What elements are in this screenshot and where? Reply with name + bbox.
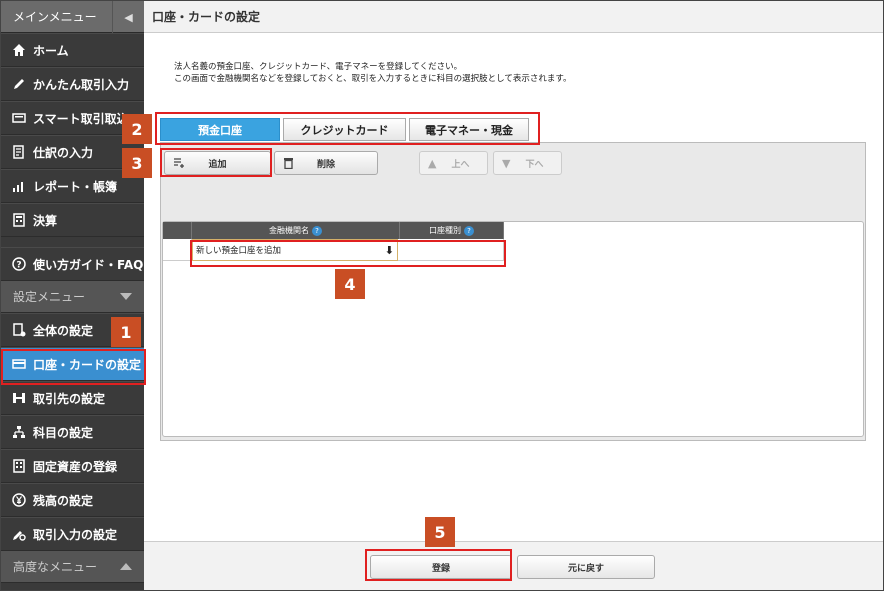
sidebar-item-partner-settings[interactable]: 取引先の設定 [1, 381, 144, 415]
sidebar-item-entry-settings[interactable]: 取引入力の設定 [1, 517, 144, 551]
main-menu-label: メインメニュー [13, 10, 97, 24]
table-header-spacer [163, 222, 192, 239]
sidebar-item-label: 残高の設定 [33, 493, 94, 508]
pencil-icon [11, 76, 27, 92]
collapse-sidebar-icon[interactable]: ◀ [112, 1, 144, 33]
help-circle-icon: ? [11, 256, 27, 272]
trash-icon [283, 157, 294, 172]
sidebar-item-fixed-assets[interactable]: 固定資産の登録 [1, 449, 144, 483]
delete-button[interactable]: 削除 [274, 151, 378, 175]
revert-button[interactable]: 元に戻す [517, 555, 655, 579]
page-description: 法人名義の預金口座、クレジットカード、電子マネーを登録してください。 この画面で… [174, 61, 572, 85]
move-up-label: 上へ [451, 159, 470, 170]
annotation-badge-3: 3 [122, 148, 152, 178]
annotation-box-2 [155, 112, 540, 145]
move-down-button[interactable]: ▼ 下へ [493, 151, 562, 175]
annotation-box-3 [160, 148, 272, 177]
sidebar-item-label: 科目の設定 [33, 425, 94, 440]
column-header-account-type: 口座種別 ? [400, 222, 504, 239]
settings-doc-icon [11, 322, 27, 338]
description-line: 法人名義の預金口座、クレジットカード、電子マネーを登録してください。 [174, 62, 463, 72]
advanced-menu-label: 高度なメニュー [13, 560, 98, 574]
main-menu-header[interactable]: メインメニュー ◀ [1, 1, 144, 33]
building-icon [11, 458, 27, 474]
page-title: 口座・カードの設定 [144, 1, 883, 33]
settings-menu-label: 設定メニュー [13, 290, 86, 304]
arrow-down-icon: ▼ [502, 157, 511, 170]
row-handle [163, 239, 192, 261]
annotation-badge-4: 4 [335, 269, 365, 299]
annotation-badge-1: 1 [111, 317, 141, 347]
sidebar-item-label: かんたん取引入力 [33, 77, 130, 92]
column-label: 口座種別 [429, 226, 461, 235]
account-panel: 追加 削除 ▲ 上へ ▼ 下へ 金融機関名 ? 口座種別 ? 新しい預金口座を追… [160, 142, 866, 441]
home-icon [11, 42, 27, 58]
description-line: この画面で金融機関名などを登録しておくと、取引を入力するときに科目の選択肢として… [174, 74, 572, 84]
move-up-button[interactable]: ▲ 上へ [419, 151, 488, 175]
move-down-label: 下へ [525, 159, 544, 170]
arrow-up-icon: ▲ [428, 157, 437, 170]
main-content: 口座・カードの設定 法人名義の預金口座、クレジットカード、電子マネーを登録してく… [144, 1, 883, 590]
import-icon [11, 110, 27, 126]
annotation-box-4 [190, 240, 506, 267]
sidebar-item-label: 全体の設定 [33, 323, 94, 338]
sidebar: メインメニュー ◀ ホーム かんたん取引入力 スマート取引取込 仕訳の入力 レポ… [1, 1, 144, 590]
sidebar-item-account-title-settings[interactable]: 科目の設定 [1, 415, 144, 449]
screenshot-frame: メインメニュー ◀ ホーム かんたん取引入力 スマート取引取込 仕訳の入力 レポ… [0, 0, 884, 591]
settings-menu-header[interactable]: 設定メニュー [1, 281, 144, 313]
sidebar-item-label: 仕訳の入力 [33, 145, 94, 160]
chevron-down-icon [120, 293, 132, 300]
annotation-badge-2: 2 [122, 114, 152, 144]
calculator-icon [11, 212, 27, 228]
sidebar-item-label: 決算 [33, 213, 58, 228]
sidebar-item-label: レポート・帳簿 [33, 179, 118, 194]
sidebar-spacer [1, 237, 144, 247]
sidebar-item-closing[interactable]: 決算 [1, 203, 144, 237]
column-label: 金融機関名 [269, 226, 309, 235]
advanced-menu-header[interactable]: 高度なメニュー [1, 551, 144, 583]
delete-button-label: 削除 [316, 159, 335, 170]
sidebar-item-label: 固定資産の登録 [33, 459, 118, 474]
chart-icon [11, 178, 27, 194]
sidebar-item-label: 取引入力の設定 [33, 527, 118, 542]
annotation-badge-5: 5 [425, 517, 455, 547]
sidebar-item-label: ホーム [33, 43, 69, 58]
annotation-box-1 [1, 349, 146, 385]
sidebar-item-easy-entry[interactable]: かんたん取引入力 [1, 67, 144, 101]
svg-text:?: ? [16, 261, 21, 271]
sidebar-item-label: 使い方ガイド・FAQ [33, 257, 144, 272]
chevron-up-icon [120, 563, 132, 570]
column-header-institution: 金融機関名 ? [192, 222, 400, 239]
yen-icon [11, 492, 27, 508]
sidebar-item-guide[interactable]: ? 使い方ガイド・FAQ [1, 247, 144, 281]
journal-icon [11, 144, 27, 160]
sidebar-item-balance-settings[interactable]: 残高の設定 [1, 483, 144, 517]
sidebar-item-label: 取引先の設定 [33, 391, 106, 406]
help-icon[interactable]: ? [312, 225, 322, 236]
table-header: 金融機関名 ? 口座種別 ? [163, 222, 504, 239]
sidebar-item-home[interactable]: ホーム [1, 33, 144, 67]
sidebar-item-label: スマート取引取込 [33, 111, 129, 126]
partner-icon [11, 390, 27, 406]
gear-pen-icon [11, 526, 27, 542]
footer-bar: 登録 元に戻す [144, 541, 883, 590]
annotation-box-5 [365, 549, 512, 581]
tree-icon [11, 424, 27, 440]
help-icon[interactable]: ? [464, 225, 474, 236]
